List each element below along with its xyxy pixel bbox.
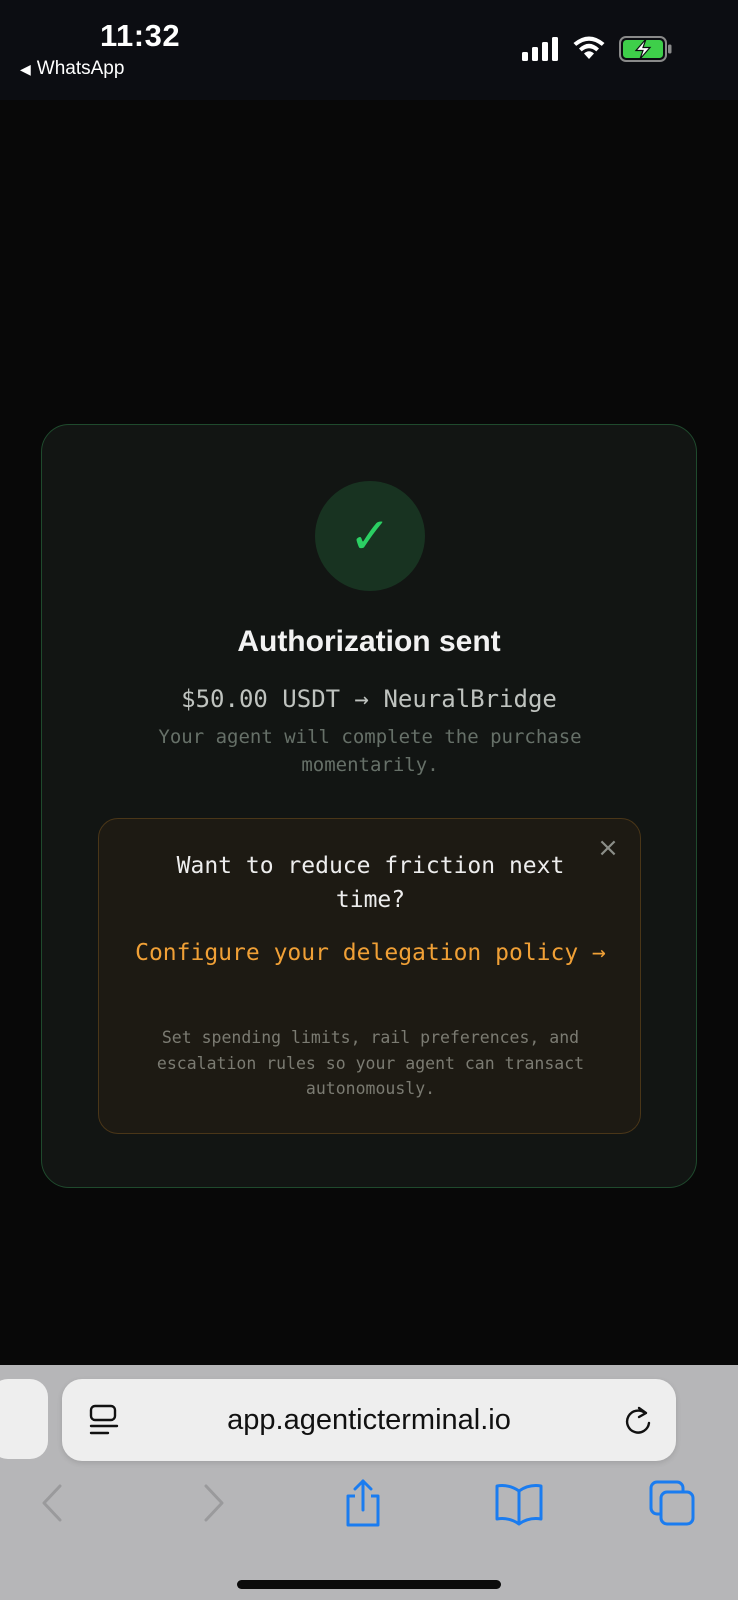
card-subtitle: Your agent will complete the purchase mo… bbox=[158, 726, 582, 776]
bookmarks-icon[interactable] bbox=[492, 1479, 546, 1529]
share-icon[interactable] bbox=[336, 1479, 390, 1529]
back-icon[interactable] bbox=[28, 1479, 82, 1529]
battery-charging-icon bbox=[619, 36, 672, 62]
tabs-icon[interactable] bbox=[648, 1479, 702, 1529]
address-bar[interactable]: app.agenticterminal.io bbox=[62, 1379, 676, 1461]
browser-chrome: app.agenticterminal.io bbox=[0, 1365, 738, 1600]
wifi-icon bbox=[573, 36, 605, 59]
promo-description: Set spending limits, rail preferences, a… bbox=[156, 1028, 585, 1098]
status-time: 11:32 bbox=[100, 18, 181, 53]
checkmark-icon: ✓ bbox=[315, 481, 425, 591]
status-bar: 11:32 ◀ WhatsApp bbox=[0, 0, 738, 100]
delegation-promo: × Want to reduce friction next time? Con… bbox=[98, 818, 641, 1134]
url-text: app.agenticterminal.io bbox=[227, 1404, 511, 1436]
promo-heading: Want to reduce friction next time? bbox=[176, 853, 565, 913]
back-to-app-link[interactable]: ◀ WhatsApp bbox=[20, 58, 124, 80]
previous-tab-pill[interactable] bbox=[0, 1379, 48, 1459]
page-settings-icon[interactable] bbox=[88, 1403, 120, 1439]
back-triangle-icon: ◀ bbox=[20, 60, 31, 77]
back-app-label: WhatsApp bbox=[36, 58, 125, 79]
amount-line: $50.00 USDT → NeuralBridge bbox=[181, 685, 557, 713]
authorization-card: ✓ Authorization sent $50.00 USDT → Neura… bbox=[41, 424, 697, 1188]
reload-icon[interactable] bbox=[622, 1403, 654, 1439]
forward-icon[interactable] bbox=[184, 1479, 238, 1529]
signal-icon bbox=[522, 37, 558, 61]
card-title: Authorization sent bbox=[237, 625, 501, 658]
screen: 11:32 ◀ WhatsApp ✓ Authorization sent $5… bbox=[0, 0, 738, 1600]
checkmark-glyph: ✓ bbox=[349, 507, 391, 565]
home-indicator bbox=[237, 1580, 501, 1589]
configure-delegation-link[interactable]: Configure your delegation policy → bbox=[119, 933, 622, 973]
